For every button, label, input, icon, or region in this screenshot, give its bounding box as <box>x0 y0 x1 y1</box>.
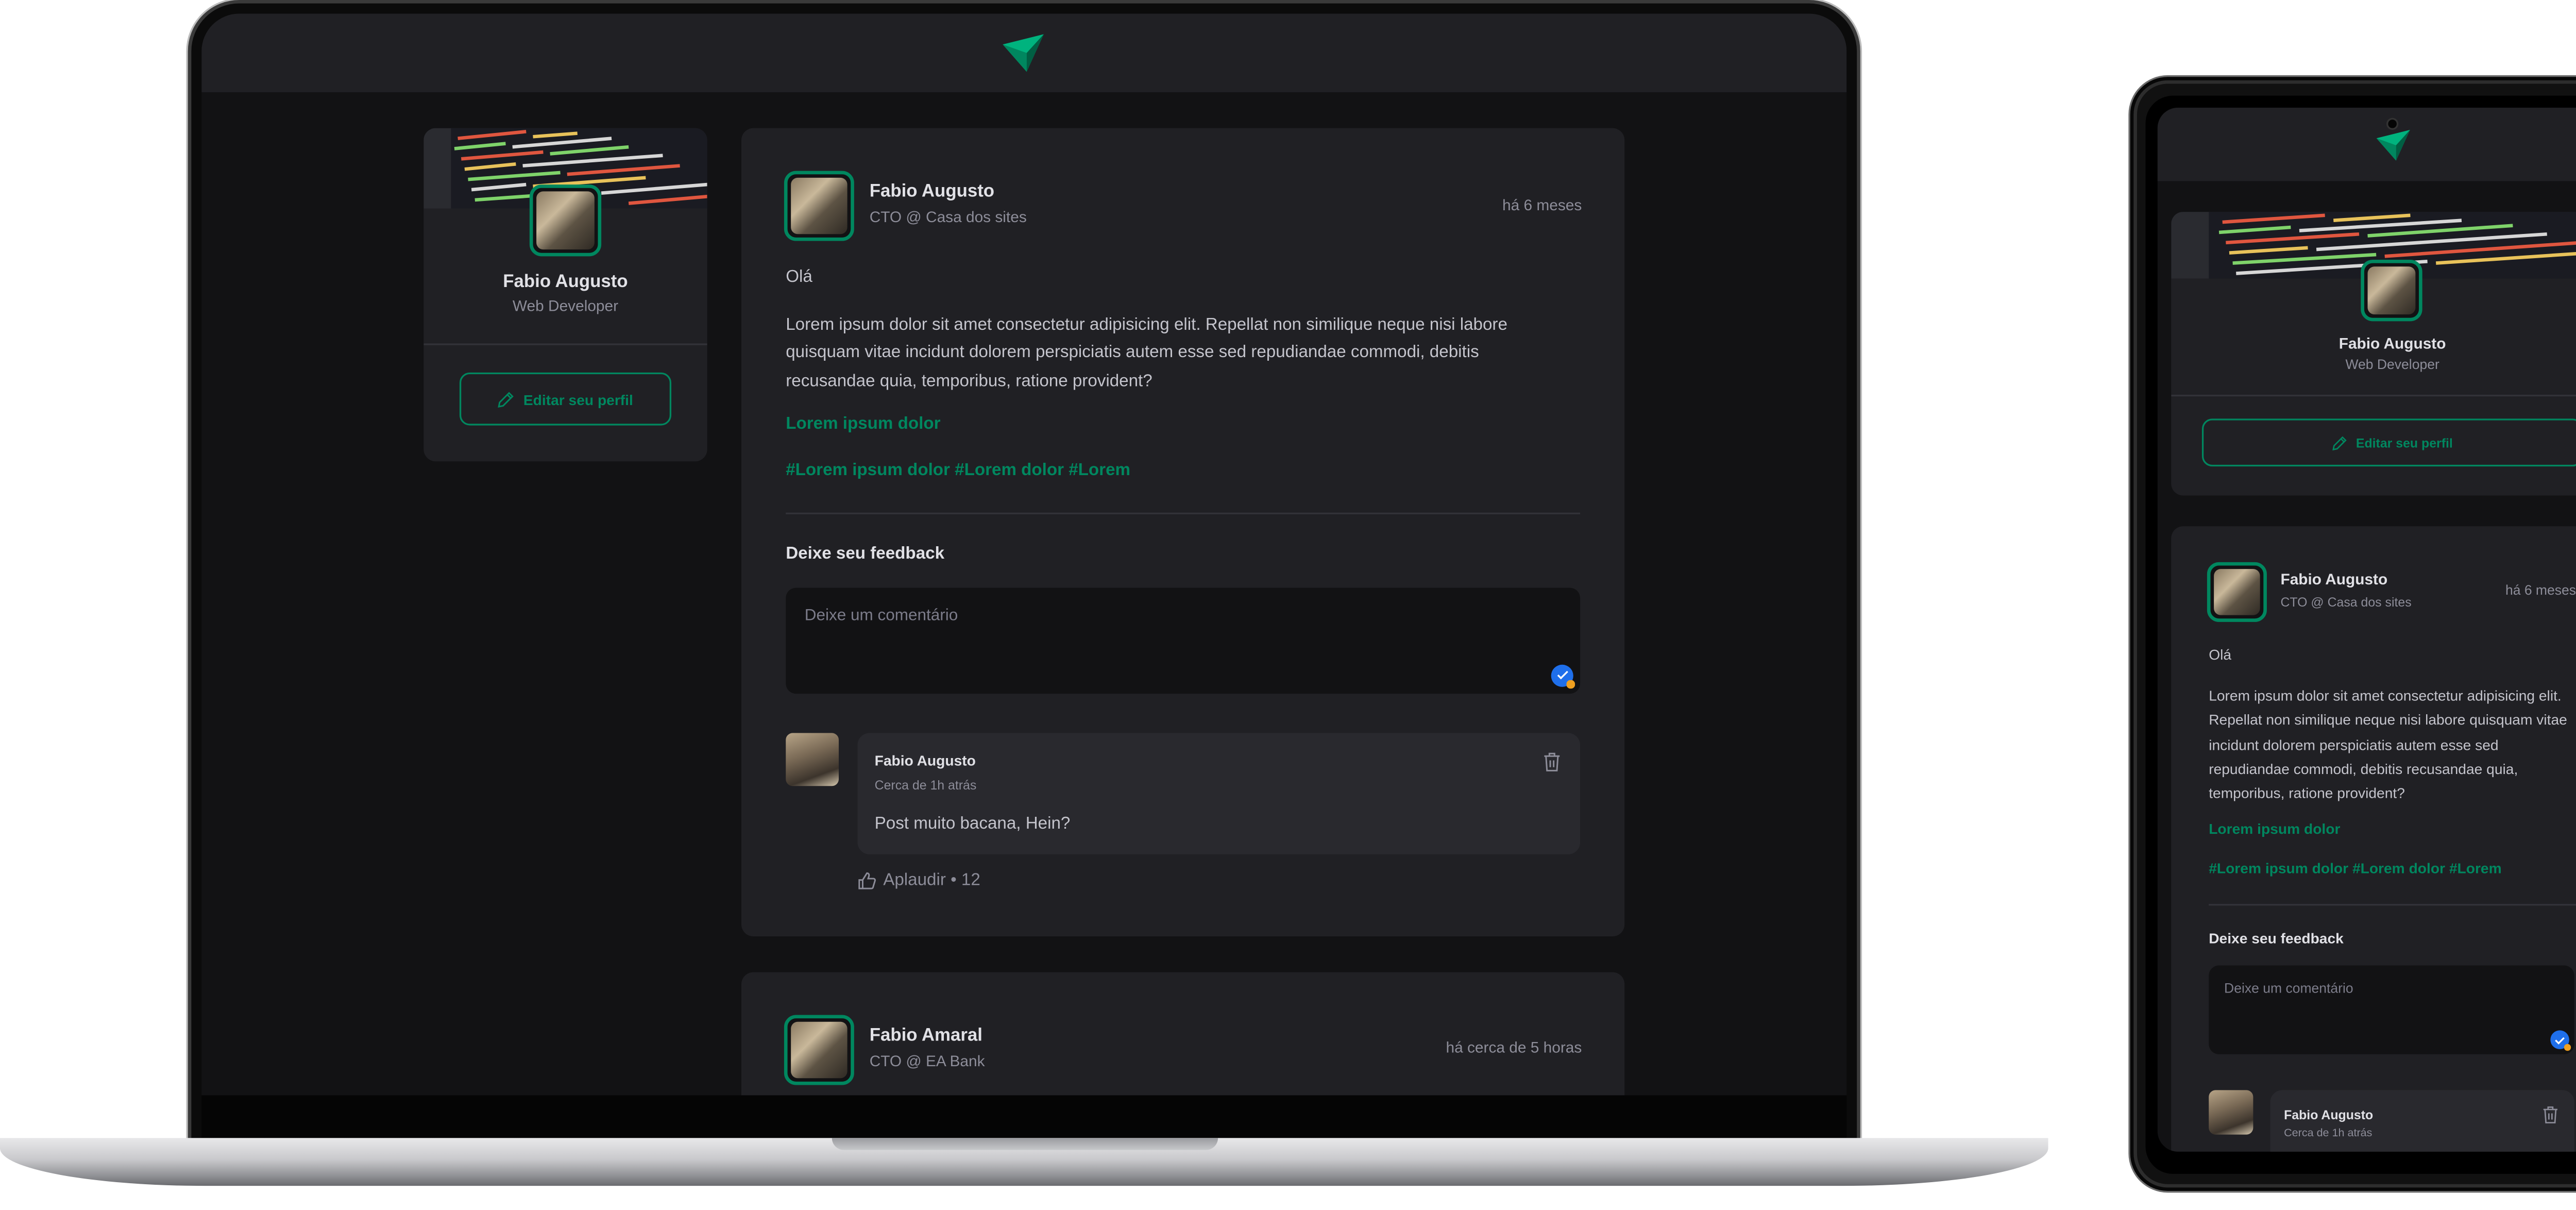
post-link[interactable]: Lorem ipsum dolor <box>786 415 940 434</box>
phone-post-author-avatar[interactable] <box>2207 562 2267 622</box>
post-author-avatar[interactable] <box>784 171 854 241</box>
phone-logo-icon[interactable] <box>2376 129 2410 161</box>
phone-profile-divider <box>2171 394 2576 397</box>
phone-comment-textarea[interactable]: Deixe um comentário <box>2209 965 2574 1054</box>
phone-trash-icon[interactable] <box>2542 1105 2559 1124</box>
check-icon[interactable] <box>1551 664 1575 689</box>
trash-icon[interactable] <box>1543 752 1561 772</box>
phone-comment-author[interactable]: Fabio Augusto <box>2284 1107 2373 1123</box>
laptop-chin <box>201 1095 1847 1141</box>
feedback-title: Deixe seu feedback <box>786 545 945 564</box>
edit-profile-button[interactable]: Editar seu perfil <box>459 372 672 426</box>
pencil-icon <box>498 391 515 407</box>
phone-post-author-name[interactable]: Fabio Augusto <box>2280 570 2387 587</box>
phone-post-body: Lorem ipsum dolor sit amet consectetur a… <box>2209 686 2567 802</box>
logo-icon[interactable] <box>1003 34 1044 72</box>
phone-post-author-role: CTO @ Casa dos sites <box>2280 594 2412 610</box>
post-card-2: Fabio Amaral CTO @ EA Bank há cerca de 5… <box>741 972 1625 1096</box>
profile-divider <box>423 343 707 345</box>
post-author-role: CTO @ Casa dos sites <box>869 208 1027 226</box>
laptop-screen: Fabio Augusto Web Developer Editar seu p… <box>201 13 1847 1096</box>
thumbs-up-icon[interactable] <box>857 871 876 890</box>
post2-author-avatar[interactable] <box>784 1015 854 1085</box>
phone-comment-author-avatar[interactable] <box>2209 1090 2253 1135</box>
phone-comment-placeholder: Deixe um comentário <box>2224 981 2353 997</box>
laptop-notch <box>832 1138 1218 1150</box>
comment-box: Fabio Augusto Cerca de 1h atrás Post mui… <box>857 733 1581 854</box>
post2-author-name[interactable]: Fabio Amaral <box>870 1025 982 1046</box>
profile-role: Web Developer <box>512 297 619 315</box>
phone-post-hashtags[interactable]: #Lorem ipsum dolor #Lorem dolor #Lorem <box>2209 860 2501 877</box>
phone-profile-avatar[interactable] <box>2361 259 2422 322</box>
post2-author-role: CTO @ EA Bank <box>869 1052 985 1070</box>
edit-profile-label: Editar seu perfil <box>523 390 633 408</box>
phone-post-divider <box>2209 904 2576 906</box>
phone-profile-name: Fabio Augusto <box>2338 334 2446 352</box>
post-time: há 6 meses <box>1502 196 1582 214</box>
app-header <box>201 13 1847 93</box>
phone-comment-time: Cerca de 1h atrás <box>2284 1128 2372 1140</box>
applaud-button[interactable]: Aplaudir • 12 <box>883 871 980 890</box>
comment-placeholder: Deixe um comentário <box>804 607 958 626</box>
phone-camera <box>2386 117 2399 130</box>
post-hashtags[interactable]: #Lorem ipsum dolor #Lorem dolor #Lorem <box>786 461 1130 480</box>
phone-edit-profile-label: Editar seu perfil <box>2355 434 2453 450</box>
phone-screen: Fabio Augusto Web Developer Editar seu p… <box>2157 107 2576 1152</box>
comment-author[interactable]: Fabio Augusto <box>875 752 976 769</box>
profile-name: Fabio Augusto <box>503 272 628 292</box>
post-greeting: Olá <box>786 268 812 288</box>
profile-sidebar: Fabio Augusto Web Developer Editar seu p… <box>423 128 707 462</box>
phone-profile-card: Fabio Augusto Web Developer Editar seu p… <box>2171 212 2576 496</box>
comment-textarea[interactable]: Deixe um comentário <box>786 587 1581 694</box>
comment-text: Post muito bacana, Hein? <box>874 815 1071 834</box>
post-body: Lorem ipsum dolor sit amet consectetur a… <box>786 316 1507 391</box>
phone-post-link[interactable]: Lorem ipsum dolor <box>2209 820 2340 837</box>
comment-time: Cerca de 1h atrás <box>874 777 977 793</box>
phone-header <box>2157 107 2576 181</box>
phone-post-card: Fabio Augusto CTO @ Casa dos sites há 6 … <box>2171 526 2576 1152</box>
phone-pencil-icon <box>2332 435 2347 450</box>
comment-author-avatar[interactable] <box>786 733 839 786</box>
post-card: Fabio Augusto CTO @ Casa dos sites há 6 … <box>741 128 1625 937</box>
post-author-name[interactable]: Fabio Augusto <box>870 181 994 201</box>
phone-post-time: há 6 meses <box>2505 582 2576 598</box>
profile-avatar[interactable] <box>529 184 602 257</box>
phone-comment-box: Fabio Augusto Cerca de 1h atrás <box>2270 1090 2574 1152</box>
phone-edit-profile-button[interactable]: Editar seu perfil <box>2201 418 2576 467</box>
post2-time: há cerca de 5 horas <box>1446 1038 1582 1056</box>
phone-feedback-title: Deixe seu feedback <box>2209 929 2344 947</box>
phone-profile-role: Web Developer <box>2345 357 2439 373</box>
post-divider <box>786 512 1581 515</box>
phone-check-icon[interactable] <box>2550 1030 2571 1051</box>
phone-post-greeting: Olá <box>2209 646 2232 663</box>
